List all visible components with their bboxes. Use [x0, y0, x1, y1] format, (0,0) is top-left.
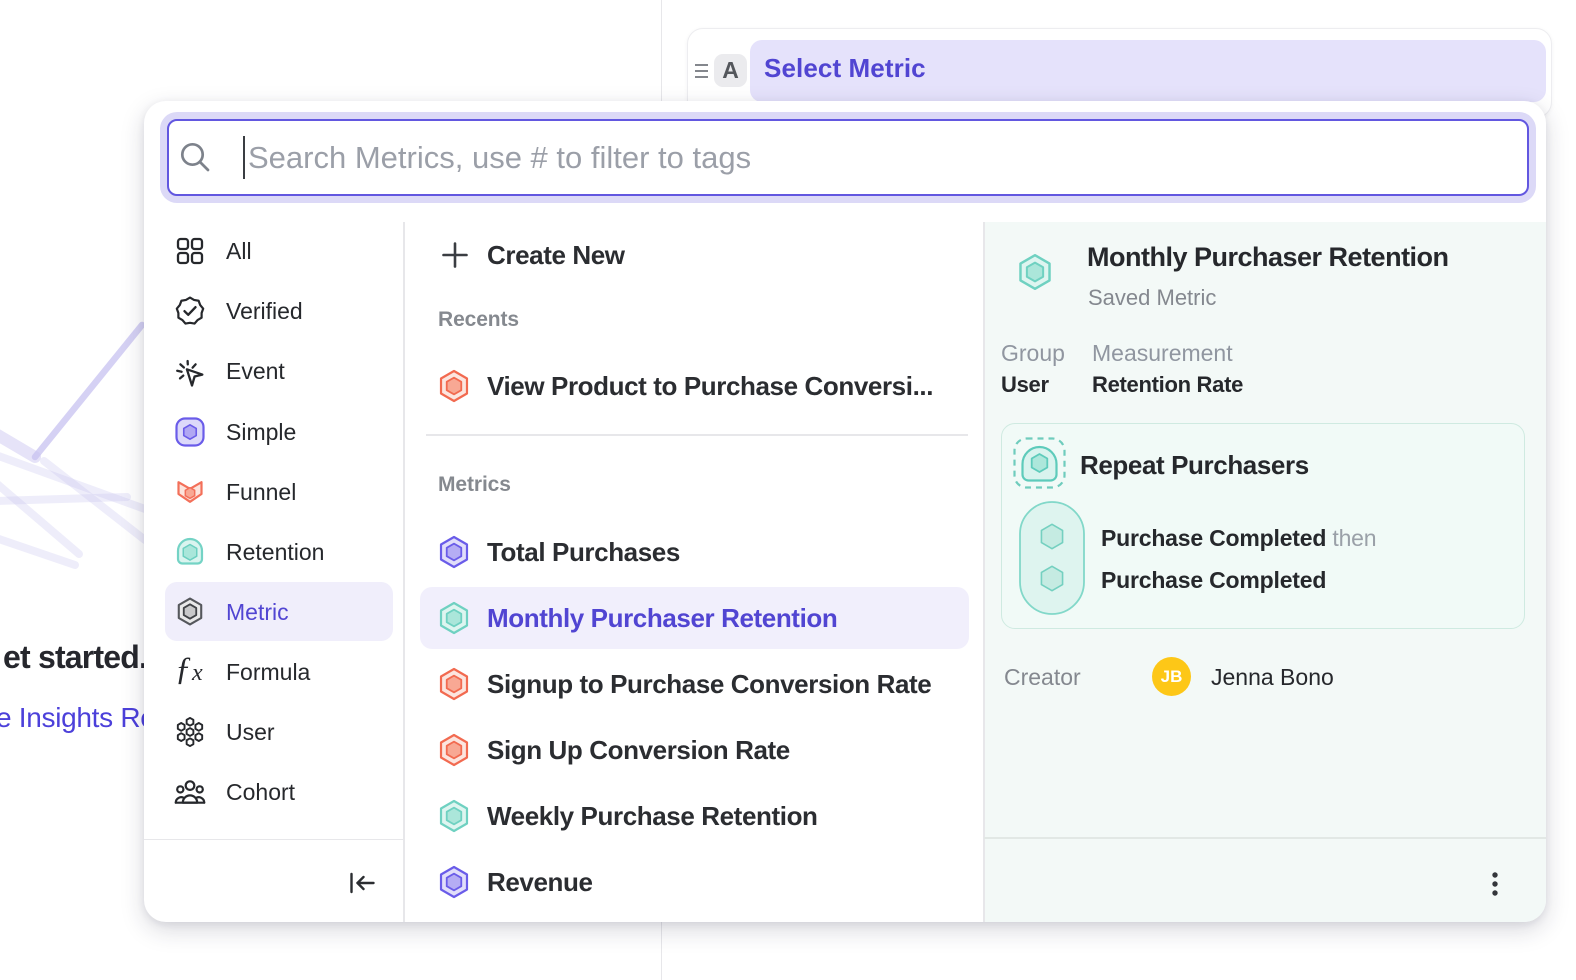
svg-text:ƒ: ƒ [175, 652, 192, 687]
svg-text:x: x [191, 660, 203, 686]
